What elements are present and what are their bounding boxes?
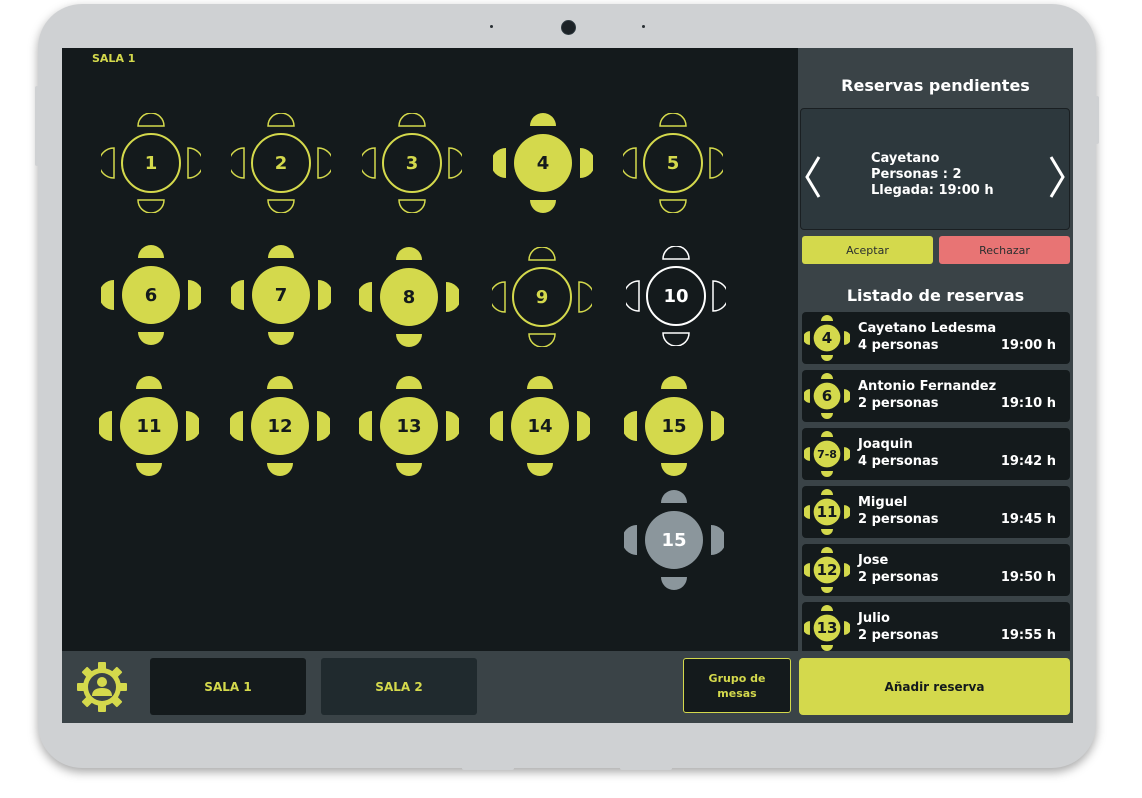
reservation-name: Jose — [858, 553, 889, 568]
table-number: 5 — [666, 152, 680, 174]
table-number: 6 — [144, 284, 158, 306]
reservation-item[interactable]: 12 Jose 2 personas 19:50 h — [802, 544, 1070, 596]
table-number: 7 — [274, 284, 288, 306]
floor-plan: SALA 1 1 2 3 4 5 6 7 8 9 10 11 12 13 14 15 15 — [62, 48, 798, 651]
table-11[interactable]: 11 — [99, 376, 199, 476]
table-number: 14 — [527, 415, 553, 437]
reservation-time: 19:55 h — [1000, 628, 1056, 643]
table-badge-icon: 7-8 — [804, 431, 850, 477]
bottom-toolbar: SALA 1 SALA 2 Grupo de mesas Añadir rese… — [62, 651, 1073, 723]
pending-people: Personas : 2 — [871, 167, 962, 182]
reservations-sidebar: Reservas pendientes Cayetano Personas : … — [798, 48, 1073, 651]
table-number: 12 — [267, 415, 293, 437]
table-badge-icon: 6 — [804, 373, 850, 419]
table-badge-icon: 11 — [804, 489, 850, 535]
table-badge-icon: 4 — [804, 315, 850, 361]
table-number: 8 — [402, 286, 416, 308]
pending-title: Reservas pendientes — [841, 76, 1030, 95]
table-10[interactable]: 10 — [626, 246, 726, 346]
reservation-time: 19:50 h — [1000, 570, 1056, 585]
sensor-left — [490, 25, 493, 28]
settings-gear-icon[interactable] — [76, 661, 128, 713]
sensor-right — [642, 25, 645, 28]
table-badge-icon: 13 — [804, 605, 850, 651]
reservation-item[interactable]: 7-8 Joaquin 4 personas 19:42 h — [802, 428, 1070, 480]
table-5[interactable]: 5 — [623, 113, 723, 213]
reservation-name: Miguel — [858, 495, 908, 510]
pending-arrival: Llegada: 19:00 h — [871, 183, 994, 198]
accept-button[interactable]: Aceptar — [802, 236, 933, 264]
room-label: SALA 1 — [92, 52, 136, 65]
hardware-bar-right — [620, 766, 672, 770]
reservation-people: 2 personas — [858, 628, 939, 643]
table-number: 15 — [661, 529, 687, 551]
table-14[interactable]: 14 — [490, 376, 590, 476]
power-button — [1095, 96, 1099, 144]
table-3[interactable]: 3 — [362, 113, 462, 213]
reservation-people: 4 personas — [858, 454, 939, 469]
table-number: 9 — [535, 286, 549, 308]
add-reservation-button[interactable]: Añadir reserva — [799, 658, 1070, 715]
reservation-item[interactable]: 4 Cayetano Ledesma 4 personas 19:00 h — [802, 312, 1070, 364]
table-number: 13 — [396, 415, 422, 437]
next-arrow-icon[interactable] — [1047, 155, 1067, 199]
table-12[interactable]: 12 — [230, 376, 330, 476]
table-6[interactable]: 6 — [101, 245, 201, 345]
table-15[interactable]: 15 — [624, 376, 724, 476]
table-number: 11 — [136, 415, 162, 437]
tab-sala-1[interactable]: SALA 1 — [150, 658, 306, 715]
table-number: 15 — [661, 415, 687, 437]
reservation-time: 19:42 h — [1000, 454, 1056, 469]
table-number: 3 — [405, 152, 419, 174]
table-1[interactable]: 1 — [101, 113, 201, 213]
tab-sala-2[interactable]: SALA 2 — [321, 658, 477, 715]
reservation-time: 19:45 h — [1000, 512, 1056, 527]
volume-button — [35, 86, 39, 166]
table-number: 4 — [536, 152, 550, 174]
reservation-item[interactable]: 11 Miguel 2 personas 19:45 h — [802, 486, 1070, 538]
app-screen: SALA 1 1 2 3 4 5 6 7 8 9 10 11 12 13 14 15 15 Reservas … — [62, 48, 1073, 723]
table-13[interactable]: 13 — [359, 376, 459, 476]
pending-name: Cayetano — [871, 151, 940, 166]
reservation-name: Joaquin — [858, 437, 913, 452]
table-number: 1 — [144, 152, 158, 174]
reservation-table-number: 11 — [816, 503, 838, 521]
reservation-people: 2 personas — [858, 570, 939, 585]
reservation-name: Antonio Fernandez — [858, 379, 997, 394]
reservation-name: Cayetano Ledesma — [858, 321, 997, 336]
reservation-list: 4 Cayetano Ledesma 4 personas 19:00 h 6 Anton… — [802, 312, 1070, 651]
list-title: Listado de reservas — [846, 286, 1025, 305]
pending-reservation-card: Cayetano Personas : 2 Llegada: 19:00 h — [800, 108, 1070, 230]
reject-button[interactable]: Rechazar — [939, 236, 1070, 264]
reservation-time: 19:10 h — [1000, 396, 1056, 411]
reservation-table-number: 6 — [821, 387, 833, 405]
reservation-people: 2 personas — [858, 512, 939, 527]
reservation-table-number: 7-8 — [817, 447, 837, 461]
reservation-people: 4 personas — [858, 338, 939, 353]
front-camera — [561, 20, 576, 35]
table-number: 10 — [663, 285, 689, 307]
reservation-table-number: 4 — [821, 329, 833, 347]
reservation-table-number: 12 — [816, 561, 838, 579]
reservation-people: 2 personas — [858, 396, 939, 411]
reservation-item[interactable]: 13 Julio 2 personas 19:55 h — [802, 602, 1070, 651]
table-15-disabled[interactable]: 15 — [624, 490, 724, 590]
table-4[interactable]: 4 — [493, 113, 593, 213]
table-8[interactable]: 8 — [359, 247, 459, 347]
table-group-button[interactable]: Grupo de mesas — [683, 658, 791, 713]
table-7[interactable]: 7 — [231, 245, 331, 345]
reservation-name: Julio — [858, 611, 890, 626]
table-number: 2 — [274, 152, 288, 174]
reservation-time: 19:00 h — [1000, 338, 1056, 353]
reservation-item[interactable]: 6 Antonio Fernandez 2 personas 19:10 h — [802, 370, 1070, 422]
hardware-bar-left — [462, 766, 514, 770]
table-2[interactable]: 2 — [231, 113, 331, 213]
table-9[interactable]: 9 — [492, 247, 592, 347]
previous-arrow-icon[interactable] — [803, 155, 823, 199]
reservation-table-number: 13 — [816, 619, 838, 637]
table-badge-icon: 12 — [804, 547, 850, 593]
pending-details: Cayetano Personas : 2 Llegada: 19:00 h — [871, 151, 994, 199]
